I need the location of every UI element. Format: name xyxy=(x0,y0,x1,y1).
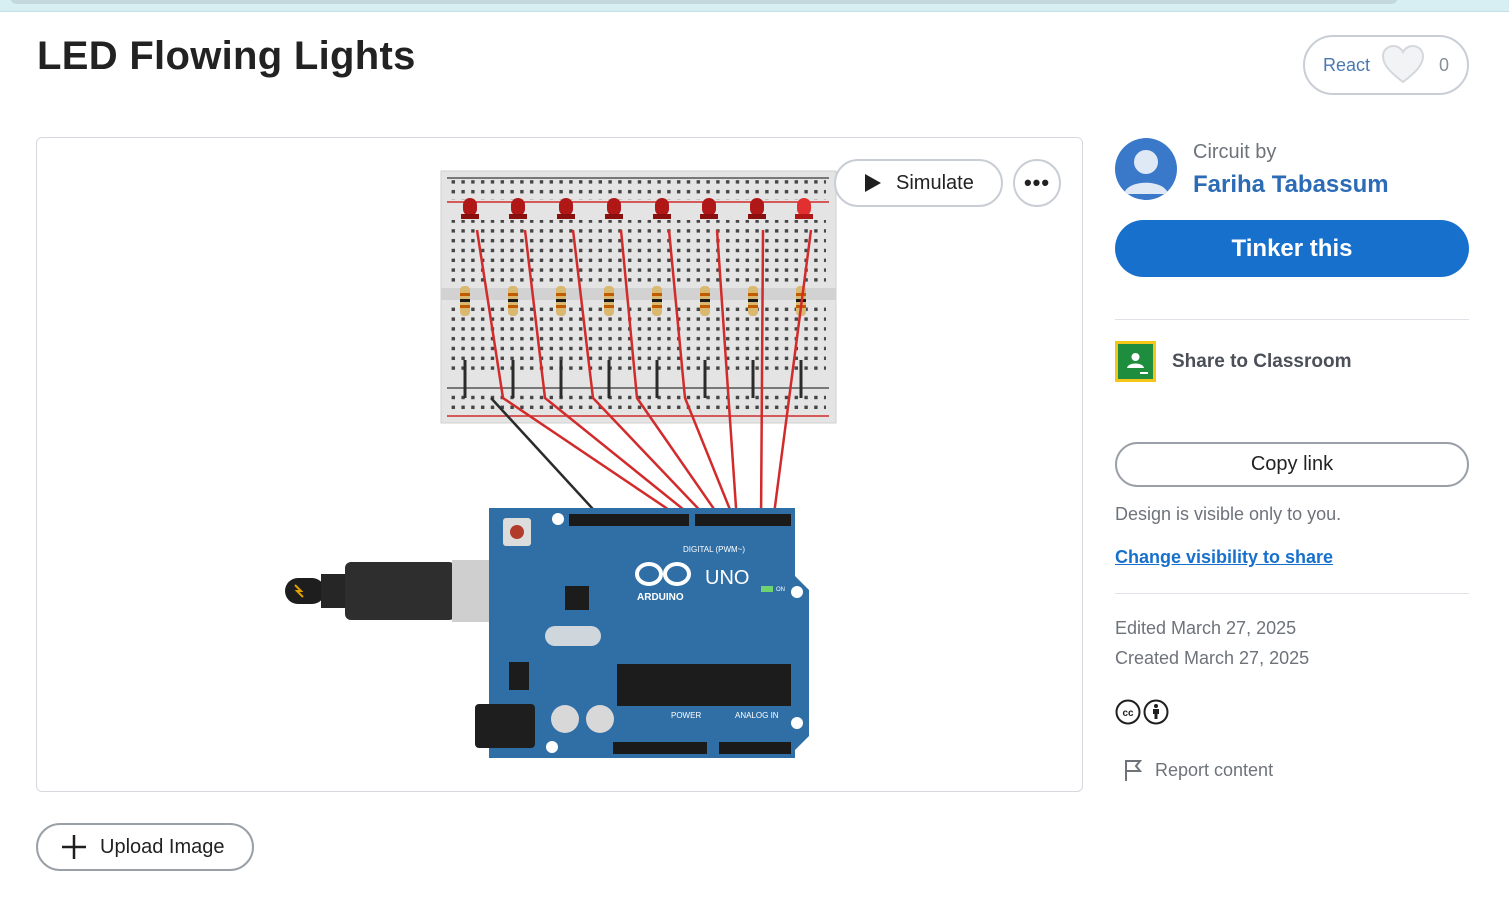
board-name: UNO xyxy=(705,567,749,589)
upload-image-button[interactable]: Upload Image xyxy=(36,823,254,871)
heart-icon xyxy=(1382,45,1425,84)
react-count: 0 xyxy=(1438,54,1449,75)
page-title: LED Flowing Lights xyxy=(37,34,416,78)
created-date: Created March 27, 2025 xyxy=(1115,648,1310,668)
report-content-button[interactable]: Report content xyxy=(1123,758,1273,782)
digital-header: DIGITAL (PWM~) xyxy=(683,545,745,554)
avatar[interactable] xyxy=(1115,138,1177,200)
browser-top-strip xyxy=(0,0,1509,12)
divider xyxy=(1115,319,1469,320)
play-icon xyxy=(865,174,881,192)
scrollbar-track xyxy=(10,0,1398,4)
simulate-button[interactable]: Simulate xyxy=(834,159,1003,207)
plus-icon xyxy=(62,835,86,859)
react-label: React xyxy=(1323,54,1371,75)
react-button[interactable]: React 0 xyxy=(1303,35,1469,95)
share-to-classroom-button[interactable]: Share to Classroom xyxy=(1115,341,1352,382)
change-visibility-link[interactable]: Change visibility to share xyxy=(1115,547,1333,568)
arduino-board xyxy=(475,508,809,758)
copy-link-button[interactable]: Copy link xyxy=(1115,442,1469,487)
more-options-button[interactable]: ••• xyxy=(1013,159,1061,207)
divider xyxy=(1115,593,1469,594)
report-content-label: Report content xyxy=(1155,759,1274,780)
board-brand: ARDUINO xyxy=(637,592,684,603)
analog-header: ANALOG IN xyxy=(735,711,779,720)
flag-icon xyxy=(1125,760,1143,781)
user-icon xyxy=(1124,150,1168,194)
circuit-by-label: Circuit by xyxy=(1193,141,1277,163)
tinker-this-button[interactable]: Tinker this xyxy=(1115,220,1469,277)
svg-text:cc: cc xyxy=(1122,708,1134,719)
share-to-classroom-label: Share to Classroom xyxy=(1172,350,1352,372)
cc-icon: cc xyxy=(1115,699,1141,725)
ellipsis-icon: ••• xyxy=(1023,170,1051,195)
on-label: ON xyxy=(776,587,785,593)
edited-date: Edited March 27, 2025 xyxy=(1115,618,1297,638)
upload-image-label: Upload Image xyxy=(100,835,225,858)
license-badge[interactable]: cc xyxy=(1115,699,1169,725)
simulate-label: Simulate xyxy=(896,171,974,194)
visibility-note: Design is visible only to you. xyxy=(1115,504,1342,524)
circuit-diagram: UNO ARDUINO DIGITAL (PWM~) POWER ANALOG … xyxy=(285,170,837,758)
power-header: POWER xyxy=(671,711,701,720)
by-attribution-icon xyxy=(1143,699,1169,725)
circuit-canvas[interactable]: UNO ARDUINO DIGITAL (PWM~) POWER ANALOG … xyxy=(36,137,1083,792)
author-link[interactable]: Fariha Tabassum xyxy=(1193,171,1389,199)
google-classroom-icon xyxy=(1115,341,1156,382)
